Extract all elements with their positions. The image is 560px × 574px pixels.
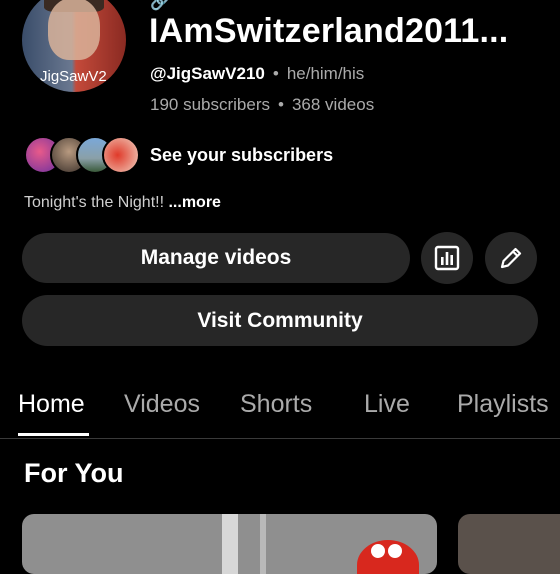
channel-name: IAmSwitzerland2011... xyxy=(149,12,509,50)
tab-shorts[interactable]: Shorts xyxy=(240,390,312,419)
avatar-face xyxy=(48,0,100,60)
more-link[interactable]: ...more xyxy=(168,194,220,211)
subscriber-count: 190 subscribers xyxy=(150,95,271,114)
tab-home[interactable]: Home xyxy=(18,390,85,419)
section-title: For You xyxy=(24,458,124,488)
channel-description[interactable]: Tonight's the Night!! ...more xyxy=(24,194,221,212)
handle-row: @JigSawV210 • he/him/his xyxy=(150,64,364,84)
video-thumbnail[interactable] xyxy=(458,514,560,574)
analytics-icon xyxy=(434,245,460,271)
thumbnail-detail xyxy=(371,544,385,558)
channel-avatar[interactable]: JigSawV2 xyxy=(22,0,126,92)
video-count: 368 videos xyxy=(291,95,375,114)
tab-live[interactable]: Live xyxy=(364,390,410,419)
pencil-icon xyxy=(500,247,522,269)
separator-dot: • xyxy=(278,95,284,114)
thumbnail-detail xyxy=(222,514,238,574)
separator-dot: • xyxy=(272,64,279,83)
link-icon: 🔗 xyxy=(150,0,170,11)
subscriber-avatar xyxy=(102,136,140,174)
video-thumbnail[interactable] xyxy=(22,514,437,574)
see-subscribers-link[interactable]: See your subscribers xyxy=(150,145,333,166)
channel-tabs: Home Videos Shorts Live Playlists xyxy=(0,380,560,439)
channel-handle: @JigSawV210 xyxy=(150,64,265,83)
visit-community-button[interactable]: Visit Community xyxy=(22,295,538,346)
tab-videos[interactable]: Videos xyxy=(124,390,200,419)
analytics-button[interactable] xyxy=(421,232,473,284)
thumbnail-detail xyxy=(388,544,402,558)
tab-playlists[interactable]: Playlists xyxy=(457,390,549,419)
subscriber-avatars[interactable] xyxy=(24,136,140,174)
channel-stats: 190 subscribers • 368 videos xyxy=(150,95,374,115)
description-text: Tonight's the Night!! xyxy=(24,194,165,211)
active-tab-indicator xyxy=(18,433,89,436)
avatar-caption: JigSawV2 xyxy=(40,68,107,85)
pronouns: he/him/his xyxy=(286,64,365,83)
thumbnail-detail xyxy=(260,514,266,574)
manage-videos-button[interactable]: Manage videos xyxy=(22,233,410,283)
edit-channel-button[interactable] xyxy=(485,232,537,284)
thumbnail-character xyxy=(357,540,419,574)
